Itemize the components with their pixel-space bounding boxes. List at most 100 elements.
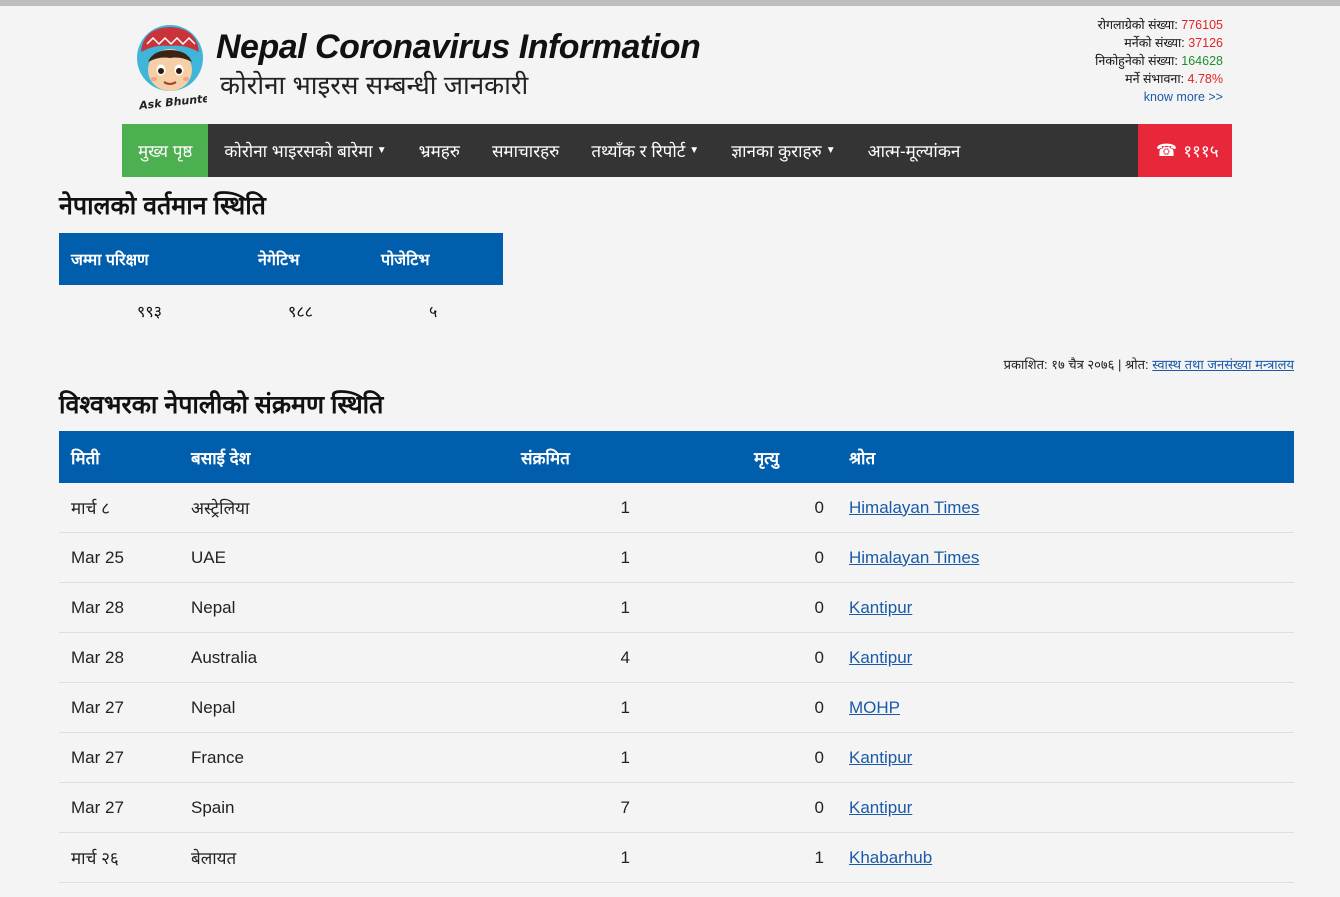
row-source-link[interactable]: Kantipur xyxy=(849,648,912,667)
row-date: Mar 25 xyxy=(71,547,124,567)
row-date: Mar 28 xyxy=(71,597,124,617)
nav-myths[interactable]: भ्रमहरु xyxy=(403,124,476,177)
published-text: प्रकाशित: १७ चैत्र २०७६ | श्रोत: xyxy=(1003,357,1149,372)
know-more-link[interactable]: know more >> xyxy=(1144,88,1223,106)
current-status-table: जम्मा परिक्षण नेगेटिभ पोजेटिभ ९९३ ९८८ ५ xyxy=(59,233,503,337)
stat-deaths-value: 37126 xyxy=(1188,36,1223,50)
row-country: Australia xyxy=(191,647,258,667)
table-row: Mar 28 Nepal 1 0 Kantipur xyxy=(59,583,1294,633)
row-infected: 7 xyxy=(620,797,630,817)
published-info: प्रकाशित: १७ चैत्र २०७६ | श्रोत: स्वास्थ… xyxy=(1004,355,1294,373)
current-status-header: जम्मा परिक्षण नेगेटिभ पोजेटिभ xyxy=(59,233,503,285)
row-source-link[interactable]: Kantipur xyxy=(849,798,912,817)
global-stats: रोगलाग्रेको संख्या: 776105 मर्नेको संख्य… xyxy=(1095,16,1223,106)
nav-knowledge-label: ज्ञानका कुराहरु xyxy=(731,142,822,161)
current-status-row: ९९३ ९८८ ५ xyxy=(59,285,503,337)
nav-self-assessment[interactable]: आत्म-मूल्यांकन xyxy=(852,124,977,177)
nav-home[interactable]: मुख्य पृष्ठ xyxy=(122,124,209,177)
nav-about[interactable]: कोरोना भाइरसको बारेमा ▼ xyxy=(208,124,402,177)
row-date: मार्च ८ xyxy=(71,499,110,518)
row-country: Nepal xyxy=(191,597,236,617)
total-tests-value: ९९३ xyxy=(137,304,162,321)
col-date: मिती xyxy=(71,448,100,468)
nav-hotline[interactable]: ☎ १११५ xyxy=(1138,124,1232,177)
negative-value: ९८८ xyxy=(288,304,313,321)
caret-down-icon: ▼ xyxy=(689,145,700,156)
world-status-heading: विश्वभरका नेपालीको संक्रमण स्थिति xyxy=(59,391,384,419)
table-row: Mar 27 France 1 0 Kantipur xyxy=(59,733,1294,783)
row-country: बेलायत xyxy=(191,849,237,868)
stat-infected: रोगलाग्रेको संख्या: 776105 xyxy=(1095,16,1223,34)
row-country: France xyxy=(191,747,244,767)
stat-deaths: मर्नेको संख्या: 37126 xyxy=(1095,34,1223,52)
col-deaths: मृत्यु xyxy=(754,448,779,468)
stat-recovered-label: निकोहुनेको संख्या: xyxy=(1095,54,1178,68)
stat-infected-label: रोगलाग्रेको संख्या: xyxy=(1097,18,1178,32)
row-deaths: 0 xyxy=(814,647,824,667)
nav-self-assessment-label: आत्म-मूल्यांकन xyxy=(867,142,961,161)
stat-infected-value: 776105 xyxy=(1181,18,1223,32)
col-negative: नेगेटिभ xyxy=(258,252,300,269)
stat-fatality-value: 4.78% xyxy=(1187,72,1223,86)
stat-recovered: निकोहुनेको संख्या: 164628 xyxy=(1095,52,1223,70)
nav-data[interactable]: तथ्याँक र रिपोर्ट ▼ xyxy=(575,124,715,177)
nav-hotline-label: १११५ xyxy=(1183,142,1219,161)
row-date: मार्च २६ xyxy=(71,849,119,868)
table-row: मार्च ८ अस्ट्रेलिया 1 0 Himalayan Times xyxy=(59,483,1294,533)
stat-fatality-label: मर्ने संभावना: xyxy=(1125,72,1185,86)
row-deaths: 0 xyxy=(814,697,824,717)
nav-home-label: मुख्य पृष्ठ xyxy=(138,142,193,161)
row-deaths: 1 xyxy=(814,847,824,867)
row-deaths: 0 xyxy=(814,597,824,617)
stat-recovered-value: 164628 xyxy=(1181,54,1223,68)
site-logo[interactable]: Ask Bhunte xyxy=(133,22,207,110)
row-infected: 1 xyxy=(620,747,630,767)
main-nav: मुख्य पृष्ठ कोरोना भाइरसको बारेमा ▼ भ्रम… xyxy=(122,124,1232,177)
row-source-link[interactable]: MOHP xyxy=(849,698,900,717)
row-source-link[interactable]: Kantipur xyxy=(849,748,912,767)
nav-about-label: कोरोना भाइरसको बारेमा xyxy=(224,142,373,161)
row-source-link[interactable]: Himalayan Times xyxy=(849,498,979,517)
row-infected: 1 xyxy=(620,497,630,517)
svg-text:Ask Bhunte: Ask Bhunte xyxy=(138,92,207,110)
row-source-link[interactable]: Khabarhub xyxy=(849,848,932,867)
row-date: Mar 27 xyxy=(71,797,124,817)
col-source: श्रोत xyxy=(849,448,876,468)
table-row: Mar 28 Australia 4 0 Kantipur xyxy=(59,633,1294,683)
nav-myths-label: भ्रमहरु xyxy=(418,142,460,161)
nav-news[interactable]: समाचारहरु xyxy=(476,124,575,177)
caret-down-icon: ▼ xyxy=(825,145,836,156)
table-row: Mar 27 Spain 7 0 Kantipur xyxy=(59,783,1294,833)
row-infected: 1 xyxy=(620,547,630,567)
row-infected: 1 xyxy=(620,697,630,717)
nav-knowledge[interactable]: ज्ञानका कुराहरु ▼ xyxy=(715,124,851,177)
stat-deaths-label: मर्नेको संख्या: xyxy=(1124,36,1185,50)
row-country: Nepal xyxy=(191,697,236,717)
table-row: Mar 27 Nepal 1 0 MOHP xyxy=(59,683,1294,733)
row-deaths: 0 xyxy=(814,497,824,517)
col-infected: संक्रमित xyxy=(521,448,570,468)
nav-news-label: समाचारहरु xyxy=(491,142,560,161)
table-row: Mar 25 UAE 1 0 Himalayan Times xyxy=(59,533,1294,583)
top-rule xyxy=(0,0,1340,6)
row-country: UAE xyxy=(191,547,226,567)
row-deaths: 0 xyxy=(814,747,824,767)
row-deaths: 0 xyxy=(814,797,824,817)
col-positive: पोजेटिभ xyxy=(381,252,430,269)
stat-fatality: मर्ने संभावना: 4.78% xyxy=(1095,70,1223,88)
nav-data-label: तथ्याँक र रिपोर्ट xyxy=(591,142,686,161)
site-title: Nepal Coronavirus Information xyxy=(216,28,701,66)
row-infected: 4 xyxy=(620,647,630,667)
row-date: Mar 28 xyxy=(71,647,124,667)
phone-icon: ☎ xyxy=(1156,140,1178,160)
row-infected: 1 xyxy=(620,847,630,867)
site-subtitle: कोरोना भाइरस सम्बन्धी जानकारी xyxy=(220,70,529,100)
row-source-link[interactable]: Himalayan Times xyxy=(849,548,979,567)
positive-value: ५ xyxy=(429,304,438,321)
row-infected: 1 xyxy=(620,597,630,617)
col-country: बसाई देश xyxy=(191,448,251,468)
published-source-link[interactable]: स्वास्थ तथा जनसंख्या मन्त्रालय xyxy=(1152,357,1294,372)
row-source-link[interactable]: Kantipur xyxy=(849,598,912,617)
row-date: Mar 27 xyxy=(71,697,124,717)
